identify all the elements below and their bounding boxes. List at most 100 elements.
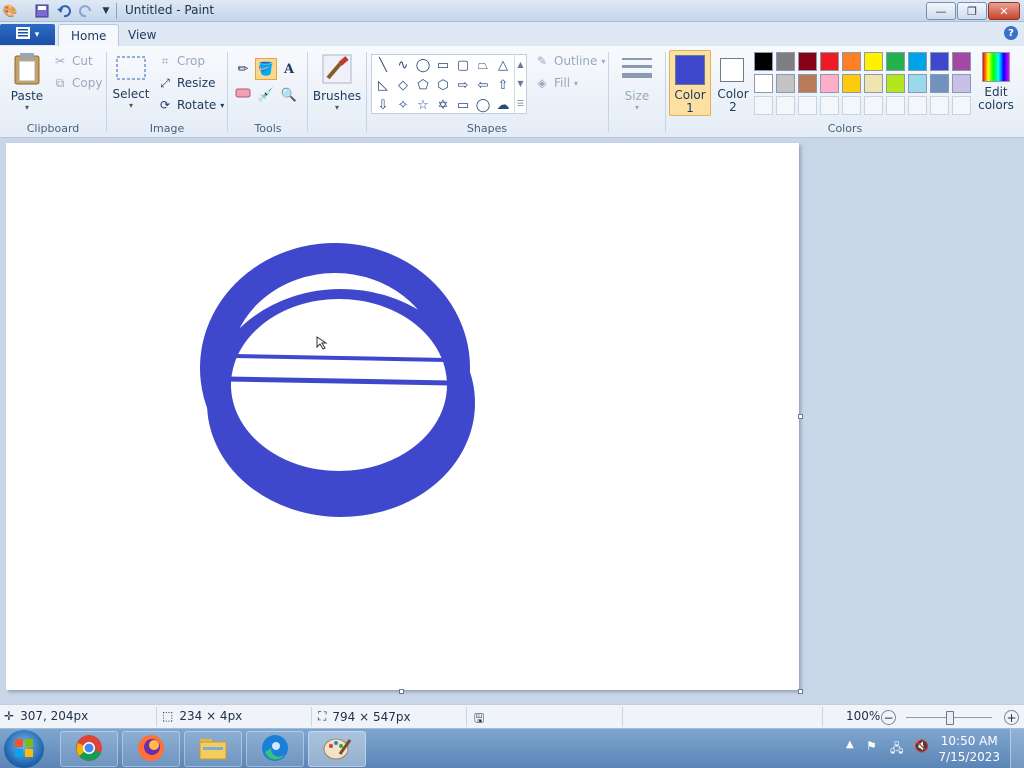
- palette-swatch[interactable]: [864, 74, 883, 93]
- cloud-callout-shape-icon[interactable]: ☁: [493, 95, 513, 115]
- paste-button[interactable]: Paste ▾: [8, 52, 46, 112]
- palette-swatch[interactable]: [776, 52, 795, 71]
- volume-muted-icon[interactable]: 🔇: [914, 739, 929, 753]
- arrow-down-shape-icon[interactable]: ⇩: [373, 95, 393, 115]
- palette-swatch[interactable]: [754, 74, 773, 93]
- resize-handle-corner[interactable]: [798, 689, 803, 694]
- line-shape-icon[interactable]: ╲: [373, 55, 393, 75]
- zoom-slider-thumb[interactable]: [946, 711, 954, 725]
- start-button[interactable]: [4, 730, 44, 768]
- palette-swatch[interactable]: [908, 74, 927, 93]
- minimize-button[interactable]: —: [926, 2, 956, 20]
- canvas-workspace[interactable]: [0, 138, 1024, 704]
- palette-swatch[interactable]: [842, 52, 861, 71]
- four-point-star-shape-icon[interactable]: ✧: [393, 95, 413, 115]
- eraser-tool[interactable]: [232, 84, 254, 106]
- palette-swatch[interactable]: [930, 52, 949, 71]
- network-icon[interactable]: 🖧: [890, 739, 903, 760]
- palette-swatch[interactable]: [930, 74, 949, 93]
- rectangle-shape-icon[interactable]: ▭: [433, 55, 453, 75]
- custom-color-slot[interactable]: [908, 96, 927, 115]
- rounded-rectangle-shape-icon[interactable]: ▢: [453, 55, 473, 75]
- scroll-up-icon[interactable]: ▲: [517, 60, 523, 69]
- custom-color-slot[interactable]: [886, 96, 905, 115]
- pencil-tool[interactable]: ✏: [232, 58, 254, 80]
- taskbar-chrome[interactable]: [60, 731, 118, 767]
- drawing-canvas[interactable]: [6, 143, 799, 690]
- oval-shape-icon[interactable]: ◯: [413, 55, 433, 75]
- arrow-right-shape-icon[interactable]: ⇨: [453, 75, 473, 95]
- triangle-shape-icon[interactable]: △: [493, 55, 513, 75]
- custom-color-slot[interactable]: [842, 96, 861, 115]
- brushes-button[interactable]: Brushes ▾: [313, 52, 361, 112]
- palette-swatch[interactable]: [842, 74, 861, 93]
- palette-swatch[interactable]: [908, 52, 927, 71]
- expand-gallery-icon[interactable]: ☰: [517, 99, 524, 108]
- taskbar-paint[interactable]: [308, 731, 366, 767]
- custom-color-slot[interactable]: [820, 96, 839, 115]
- right-triangle-shape-icon[interactable]: ◺: [373, 75, 393, 95]
- zoom-in-icon[interactable]: +: [1004, 710, 1019, 725]
- edit-colors-button[interactable]: Edit colors: [974, 52, 1018, 112]
- copy-button[interactable]: ⧉ Copy: [52, 74, 103, 92]
- taskbar-file-explorer[interactable]: [184, 731, 242, 767]
- custom-color-slot[interactable]: [952, 96, 971, 115]
- oval-callout-shape-icon[interactable]: ◯: [473, 95, 493, 115]
- rotate-button[interactable]: ⟳ Rotate ▾: [157, 96, 224, 114]
- custom-color-slot[interactable]: [754, 96, 773, 115]
- custom-color-slot[interactable]: [776, 96, 795, 115]
- resize-handle-bottom[interactable]: [399, 689, 404, 694]
- curve-shape-icon[interactable]: ∿: [393, 55, 413, 75]
- resize-button[interactable]: ⤢ Resize: [157, 74, 215, 92]
- palette-swatch[interactable]: [952, 52, 971, 71]
- palette-swatch[interactable]: [776, 74, 795, 93]
- system-clock[interactable]: 10:50 AM 7/15/2023: [938, 733, 1000, 765]
- palette-swatch[interactable]: [754, 52, 773, 71]
- undo-icon[interactable]: [56, 3, 72, 19]
- maximize-button[interactable]: ❐: [957, 2, 987, 20]
- paint-app-icon[interactable]: 🎨: [2, 3, 18, 19]
- resize-handle-right[interactable]: [798, 414, 803, 419]
- arrow-left-shape-icon[interactable]: ⇦: [473, 75, 493, 95]
- custom-color-slot[interactable]: [798, 96, 817, 115]
- hexagon-shape-icon[interactable]: ⬡: [433, 75, 453, 95]
- polygon-shape-icon[interactable]: ⏢: [473, 55, 493, 75]
- palette-swatch[interactable]: [820, 52, 839, 71]
- six-point-star-shape-icon[interactable]: ✡: [433, 95, 453, 115]
- select-button[interactable]: Select ▾: [112, 54, 150, 110]
- redo-icon[interactable]: [78, 3, 94, 19]
- outline-button[interactable]: ✎ Outline ▾: [534, 52, 605, 70]
- close-button[interactable]: ✕: [988, 2, 1020, 20]
- color-picker-tool[interactable]: 💉: [255, 84, 277, 106]
- rounded-callout-shape-icon[interactable]: ▭: [453, 95, 473, 115]
- palette-swatch[interactable]: [820, 74, 839, 93]
- show-desktop-button[interactable]: [1010, 729, 1024, 768]
- palette-swatch[interactable]: [886, 74, 905, 93]
- shapes-scrollbar[interactable]: ▲ ▼ ☰: [514, 55, 526, 113]
- customize-quick-access-icon[interactable]: ▼: [98, 3, 114, 19]
- tab-view[interactable]: View: [116, 24, 168, 46]
- fill-button[interactable]: ◈ Fill ▾: [534, 74, 578, 92]
- tab-home[interactable]: Home: [58, 24, 120, 46]
- custom-color-slot[interactable]: [864, 96, 883, 115]
- show-hidden-icons[interactable]: ▲: [846, 739, 854, 750]
- diamond-shape-icon[interactable]: ◇: [393, 75, 413, 95]
- size-button[interactable]: Size ▾: [619, 54, 655, 112]
- palette-swatch[interactable]: [886, 52, 905, 71]
- palette-swatch[interactable]: [952, 74, 971, 93]
- text-tool[interactable]: A: [278, 58, 300, 80]
- taskbar-firefox[interactable]: [122, 731, 180, 767]
- crop-button[interactable]: ⌗ Crop: [157, 52, 205, 70]
- help-icon[interactable]: ?: [1004, 26, 1018, 40]
- fill-tool[interactable]: 🪣: [255, 58, 277, 80]
- color1-button[interactable]: Color 1: [669, 50, 711, 116]
- palette-swatch[interactable]: [798, 52, 817, 71]
- zoom-out-icon[interactable]: −: [881, 710, 896, 725]
- file-menu-button[interactable]: ▾: [0, 24, 55, 45]
- taskbar-edge[interactable]: [246, 731, 304, 767]
- five-point-star-shape-icon[interactable]: ☆: [413, 95, 433, 115]
- custom-color-slot[interactable]: [930, 96, 949, 115]
- save-icon[interactable]: [34, 3, 50, 19]
- arrow-up-shape-icon[interactable]: ⇧: [493, 75, 513, 95]
- palette-swatch[interactable]: [798, 74, 817, 93]
